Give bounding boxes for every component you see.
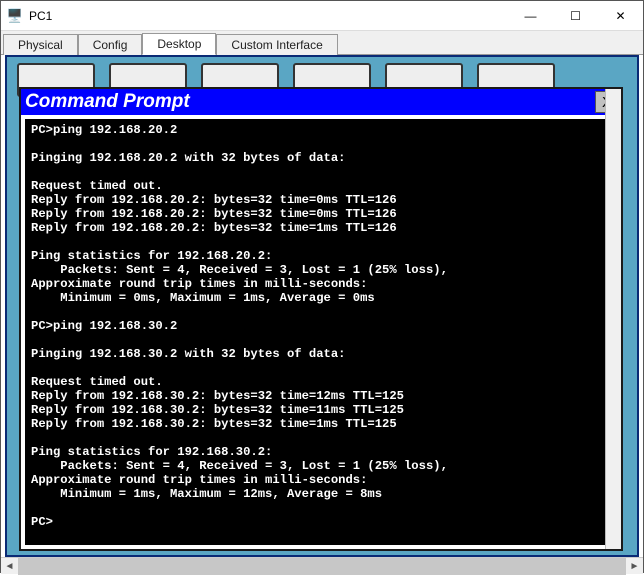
command-prompt-terminal[interactable]: PC>ping 192.168.20.2 Pinging 192.168.20.… xyxy=(25,119,617,545)
pc-icon: 🖥️ xyxy=(7,8,23,24)
minimize-button[interactable]: — xyxy=(508,1,553,30)
command-prompt-titlebar[interactable]: Command Prompt X xyxy=(21,89,621,115)
command-prompt-window: Command Prompt X PC>ping 192.168.20.2 Pi… xyxy=(19,87,623,551)
maximize-button[interactable]: ☐ xyxy=(553,1,598,30)
scrollbar-track[interactable] xyxy=(18,558,626,575)
tab-config[interactable]: Config xyxy=(78,34,143,55)
tab-physical[interactable]: Physical xyxy=(3,34,78,55)
app-icon: 🖥️ xyxy=(1,8,29,24)
scrollbar-thumb[interactable] xyxy=(18,558,626,575)
close-button[interactable]: ✕ xyxy=(598,1,643,30)
scroll-right-arrow-icon[interactable]: ► xyxy=(626,558,643,575)
command-prompt-title: Command Prompt xyxy=(25,91,190,113)
window-titlebar: 🖥️ PC1 — ☐ ✕ xyxy=(1,1,643,31)
scroll-left-arrow-icon[interactable]: ◄ xyxy=(1,558,18,575)
horizontal-scrollbar[interactable]: ◄ ► xyxy=(1,557,643,574)
command-prompt-body-wrap: PC>ping 192.168.20.2 Pinging 192.168.20.… xyxy=(21,115,621,549)
window-title: PC1 xyxy=(29,9,508,23)
tab-bar: Physical Config Desktop Custom Interface xyxy=(1,31,643,55)
window-controls: — ☐ ✕ xyxy=(508,1,643,30)
command-prompt-scrollbar[interactable] xyxy=(605,89,621,549)
tab-custom-interface[interactable]: Custom Interface xyxy=(216,34,337,55)
desktop-background: Command Prompt X PC>ping 192.168.20.2 Pi… xyxy=(5,55,639,557)
tab-desktop[interactable]: Desktop xyxy=(142,33,216,55)
client-area: Command Prompt X PC>ping 192.168.20.2 Pi… xyxy=(1,55,643,557)
